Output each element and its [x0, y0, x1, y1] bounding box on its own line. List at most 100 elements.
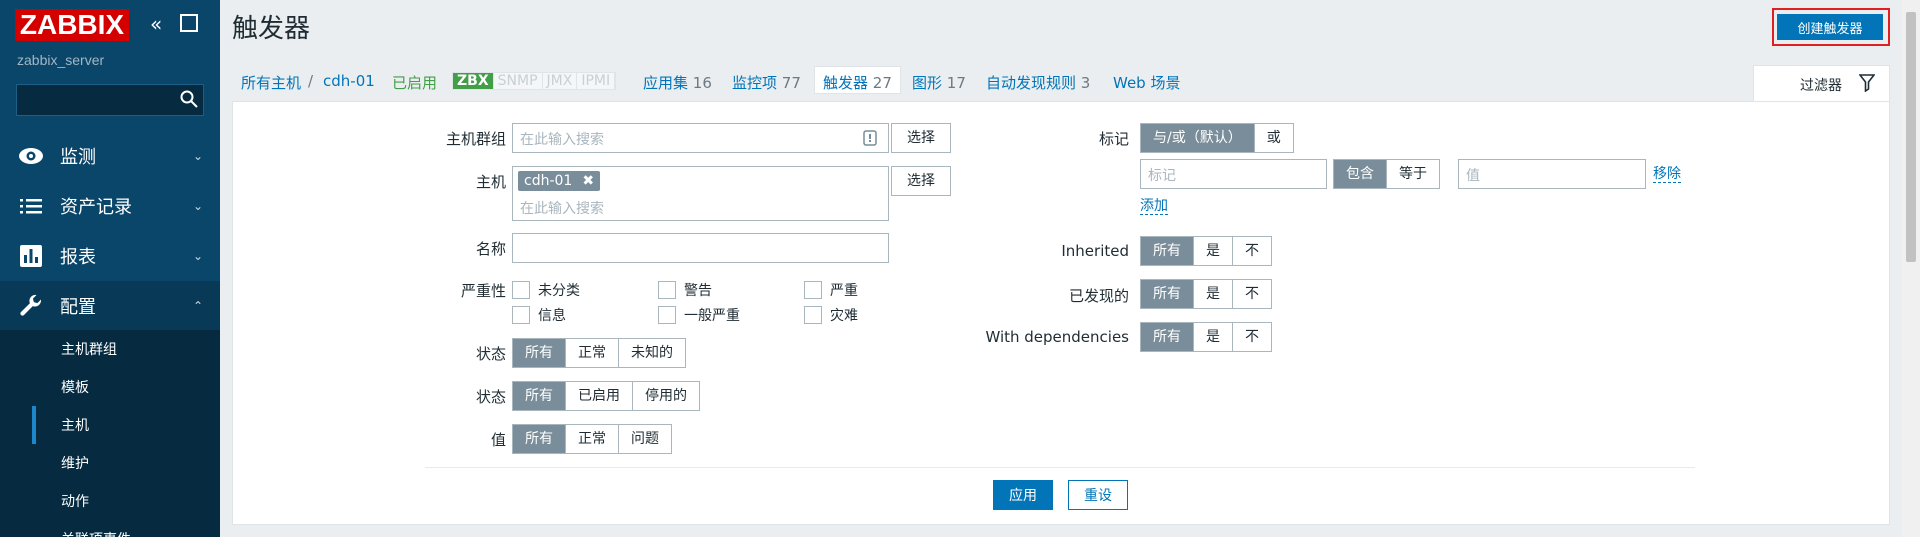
severity-not-classified[interactable]: 未分类 [512, 280, 580, 300]
scrollbar-thumb[interactable] [1906, 12, 1916, 262]
tag-name-input[interactable]: 标记 [1140, 159, 1327, 189]
tag-match-contains[interactable]: 包含 [1334, 160, 1387, 188]
nav-items[interactable]: 监控项 77 [732, 72, 801, 93]
value-option-all[interactable]: 所有 [513, 425, 566, 453]
zabbix-logo[interactable]: ZABBIX [15, 9, 129, 41]
checkbox[interactable] [804, 306, 822, 324]
severity-high[interactable]: 严重 [804, 280, 858, 300]
host-group-select-button[interactable]: 选择 [891, 123, 951, 153]
submenu-item-templates[interactable]: 模板 [32, 368, 220, 406]
tag-name-placeholder: 标记 [1148, 168, 1176, 184]
submenu-item-host-groups[interactable]: 主机群组 [32, 330, 220, 368]
dependencies-option-no[interactable]: 不 [1233, 323, 1271, 351]
add-tag-link[interactable]: 添加 [1140, 198, 1168, 215]
state-label: 状态 [475, 345, 506, 363]
submenu-item-correlation[interactable]: 关联项事件 [32, 520, 220, 537]
nav-web-scenarios[interactable]: Web 场景 [1113, 72, 1180, 93]
inherited-option-all[interactable]: 所有 [1141, 237, 1194, 265]
severity-label: 严重性 [460, 282, 506, 300]
tags-operator-or[interactable]: 或 [1254, 124, 1293, 152]
list-dropdown-icon[interactable] [863, 130, 877, 146]
inherited-option-no[interactable]: 不 [1233, 237, 1271, 265]
inherited-segmented: 所有 是 不 [1140, 236, 1272, 266]
submenu-item-hosts[interactable]: 主机 [32, 406, 220, 444]
tag-match-equals[interactable]: 等于 [1387, 160, 1439, 188]
tag-value-input[interactable]: 值 [1458, 159, 1646, 189]
menu-label: 监测 [60, 147, 96, 168]
breadcrumb-all-hosts[interactable]: 所有主机 [241, 72, 301, 93]
inherited-option-yes[interactable]: 是 [1194, 237, 1233, 265]
filter-tab[interactable]: 过滤器 [1753, 65, 1890, 102]
apply-button[interactable]: 应用 [993, 480, 1053, 510]
nav-label: 监控项 [732, 74, 778, 92]
name-input[interactable] [512, 233, 889, 263]
value-label: 值 [490, 431, 506, 449]
nav-graphs[interactable]: 图形 17 [912, 72, 966, 93]
checkbox[interactable] [658, 281, 676, 299]
kiosk-mode-icon[interactable] [180, 14, 198, 32]
menu-inventory[interactable]: 资产记录 ⌄ [0, 181, 220, 231]
state-option-all[interactable]: 所有 [513, 339, 566, 367]
state-option-unknown[interactable]: 未知的 [619, 339, 685, 367]
dependencies-option-all[interactable]: 所有 [1141, 323, 1194, 351]
dependencies-option-yes[interactable]: 是 [1194, 323, 1233, 351]
nav-triggers[interactable]: 触发器 27 [814, 66, 901, 94]
checkbox[interactable] [512, 281, 530, 299]
host-group-input[interactable]: 在此输入搜索 [512, 123, 889, 153]
discovered-option-all[interactable]: 所有 [1141, 280, 1194, 308]
nav-applications[interactable]: 应用集 16 [643, 72, 712, 93]
menu-configuration[interactable]: 配置 ⌃ [0, 281, 220, 331]
host-select-button[interactable]: 选择 [891, 166, 951, 196]
severity-information[interactable]: 信息 [512, 305, 566, 325]
tags-operator-segmented: 与/或（默认） 或 [1140, 123, 1294, 153]
severity-disaster[interactable]: 灾难 [804, 305, 858, 325]
checkbox[interactable] [804, 281, 822, 299]
availability-badges: ZBX SNMP JMX IPMI [452, 72, 617, 90]
submenu-item-maintenance[interactable]: 维护 [32, 444, 220, 482]
menu-monitoring[interactable]: 监测 ⌄ [0, 131, 220, 181]
value-option-problem[interactable]: 问题 [619, 425, 671, 453]
sidebar: ZABBIX « zabbix_server 监测 ⌄ 资产记录 ⌄ 报表 ⌄ … [0, 0, 220, 537]
menu-label: 资产记录 [60, 197, 132, 218]
severity-warning[interactable]: 警告 [658, 280, 712, 300]
checkbox[interactable] [658, 306, 676, 324]
tag-value-placeholder: 值 [1466, 168, 1480, 184]
discovered-option-yes[interactable]: 是 [1194, 280, 1233, 308]
filter-panel: 主机群组 在此输入搜索 选择 主机 cdh-01 ✖ 在此输入搜索 选择 名称 严… [232, 101, 1890, 525]
severity-average[interactable]: 一般严重 [658, 305, 740, 325]
page-scrollbar[interactable] [1902, 0, 1920, 537]
breadcrumb-separator: / [308, 72, 314, 90]
host-tag: cdh-01 ✖ [518, 171, 601, 191]
status-option-enabled[interactable]: 已启用 [566, 382, 633, 410]
remove-tag-icon[interactable]: ✖ [582, 173, 594, 189]
host-status[interactable]: 已启用 [392, 72, 437, 93]
host-multiselect[interactable]: cdh-01 ✖ 在此输入搜索 [512, 166, 889, 221]
status-option-all[interactable]: 所有 [513, 382, 566, 410]
host-tag-label: cdh-01 [524, 173, 573, 189]
discovered-option-no[interactable]: 不 [1233, 280, 1271, 308]
nav-discovery-rules[interactable]: 自动发现规则 3 [986, 72, 1090, 93]
sidebar-search-input[interactable] [16, 84, 204, 116]
create-trigger-button[interactable]: 创建触发器 [1777, 14, 1883, 40]
state-option-normal[interactable]: 正常 [566, 339, 619, 367]
status-option-disabled[interactable]: 停用的 [633, 382, 699, 410]
search-icon[interactable] [180, 90, 198, 108]
status-segmented: 所有 已启用 停用的 [512, 381, 700, 411]
server-name: zabbix_server [17, 52, 105, 68]
tags-operator-and-or[interactable]: 与/或（默认） [1141, 124, 1255, 152]
host-navigation: 所有主机 / cdh-01 已启用 ZBX SNMP JMX IPMI 应用集 … [232, 65, 1772, 95]
submenu-item-actions[interactable]: 动作 [32, 482, 220, 520]
tags-label: 标记 [1098, 130, 1129, 148]
host-placeholder: 在此输入搜索 [520, 201, 604, 217]
remove-tag-link[interactable]: 移除 [1653, 166, 1681, 183]
menu-reports[interactable]: 报表 ⌄ [0, 231, 220, 281]
checkbox[interactable] [512, 306, 530, 324]
nav-count: 27 [872, 74, 892, 92]
collapse-sidebar-icon[interactable]: « [150, 14, 162, 34]
value-segmented: 所有 正常 问题 [512, 424, 672, 454]
value-option-ok[interactable]: 正常 [566, 425, 619, 453]
availability-zbx: ZBX [453, 73, 494, 89]
chevron-up-icon: ⌃ [193, 299, 204, 313]
reset-button[interactable]: 重设 [1068, 480, 1128, 510]
breadcrumb-host[interactable]: cdh-01 [323, 72, 375, 90]
